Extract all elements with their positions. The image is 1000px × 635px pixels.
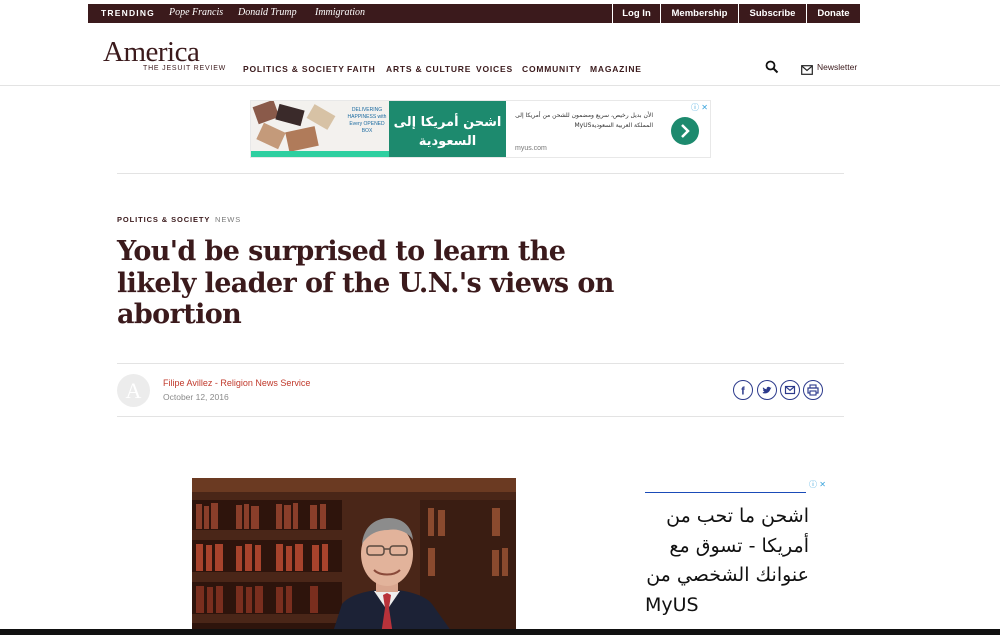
side-banner-ad[interactable]: اشحن ما تحب من أمريكا - تسوق مع عنوانك ا… — [645, 502, 809, 620]
header-divider — [0, 85, 1000, 86]
bottom-edge — [0, 629, 1000, 635]
site-logo-subtitle: THE JESUIT REVIEW — [143, 65, 227, 72]
ad-box-image: DELIVERING HAPPINESS with Every OPENED B… — [251, 101, 389, 157]
publish-date: October 12, 2016 — [163, 392, 229, 402]
trending-link-immigration[interactable]: Immigration — [315, 7, 365, 18]
ad-arrow-button[interactable] — [671, 117, 699, 145]
side-adchoices-icon[interactable]: ⓘ ✕ — [809, 479, 826, 490]
nav-politics-society[interactable]: POLITICS & SOCIETY — [243, 64, 345, 74]
ad-box-text: DELIVERING HAPPINESS with Every OPENED B… — [347, 107, 387, 134]
author-byline[interactable]: Filipe Avillez - Religion News Service — [163, 378, 310, 388]
top-banner-ad[interactable]: DELIVERING HAPPINESS with Every OPENED B… — [250, 100, 711, 158]
donate-button[interactable]: Donate — [806, 4, 860, 23]
ad-top-headline: اشحن أمريكا إلى السعودية — [389, 101, 506, 157]
chevron-right-icon — [681, 124, 690, 138]
print-icon[interactable] — [803, 380, 823, 400]
ad-top-body: الأن بديل رخيص، سريع ومضمون للشحن من أمر… — [515, 112, 653, 129]
article-headline: You'd be surprised to learn the likely l… — [117, 236, 614, 330]
nav-voices[interactable]: VOICES — [476, 64, 513, 74]
author-avatar: A — [117, 374, 150, 407]
trending-link-pope-francis[interactable]: Pope Francis — [169, 7, 223, 18]
america-logo-icon: A — [126, 378, 142, 403]
trending-bar: TRENDING Pope Francis Donald Trump Immig… — [0, 0, 1000, 26]
nav-faith[interactable]: FAITH — [347, 64, 376, 74]
svg-text:A: A — [126, 378, 142, 403]
side-ad-divider — [645, 492, 806, 493]
byline-bottom-divider — [117, 416, 844, 417]
ad-top-domain: myus.com — [515, 145, 547, 152]
article-hero-image — [192, 478, 516, 635]
nav-arts-culture[interactable]: ARTS & CULTURE — [386, 64, 471, 74]
side-ad-line-4: MyUS — [645, 593, 699, 616]
article-type-label: NEWS — [215, 215, 242, 224]
ad-divider — [117, 173, 844, 174]
email-icon[interactable] — [780, 380, 800, 400]
nav-community[interactable]: COMMUNITY — [522, 64, 582, 74]
article-section-label[interactable]: POLITICS & SOCIETY — [117, 215, 210, 224]
newsletter-label: Newsletter — [817, 62, 858, 72]
trending-label: TRENDING — [101, 8, 155, 18]
trending-bar-inner: TRENDING Pope Francis Donald Trump Immig… — [88, 4, 860, 23]
login-button[interactable]: Log In — [612, 4, 660, 23]
trending-link-donald-trump[interactable]: Donald Trump — [238, 7, 297, 18]
side-ad-line-1: اشحن ما تحب من — [666, 505, 809, 527]
side-ad-line-3: عنوانك الشخصي من — [646, 564, 809, 586]
search-icon[interactable] — [765, 60, 779, 74]
side-ad-line-2: أمريكا - تسوق مع — [669, 534, 809, 557]
adchoices-icon[interactable]: ⓘ ✕ — [691, 102, 708, 113]
mail-icon — [801, 62, 813, 80]
membership-button[interactable]: Membership — [660, 4, 738, 23]
svg-text:f: f — [741, 386, 745, 398]
facebook-icon[interactable]: f — [733, 380, 753, 400]
nav-magazine[interactable]: MAGAZINE — [590, 64, 642, 74]
subscribe-button[interactable]: Subscribe — [738, 4, 806, 23]
byline-top-divider — [117, 363, 844, 364]
twitter-icon[interactable] — [757, 380, 777, 400]
